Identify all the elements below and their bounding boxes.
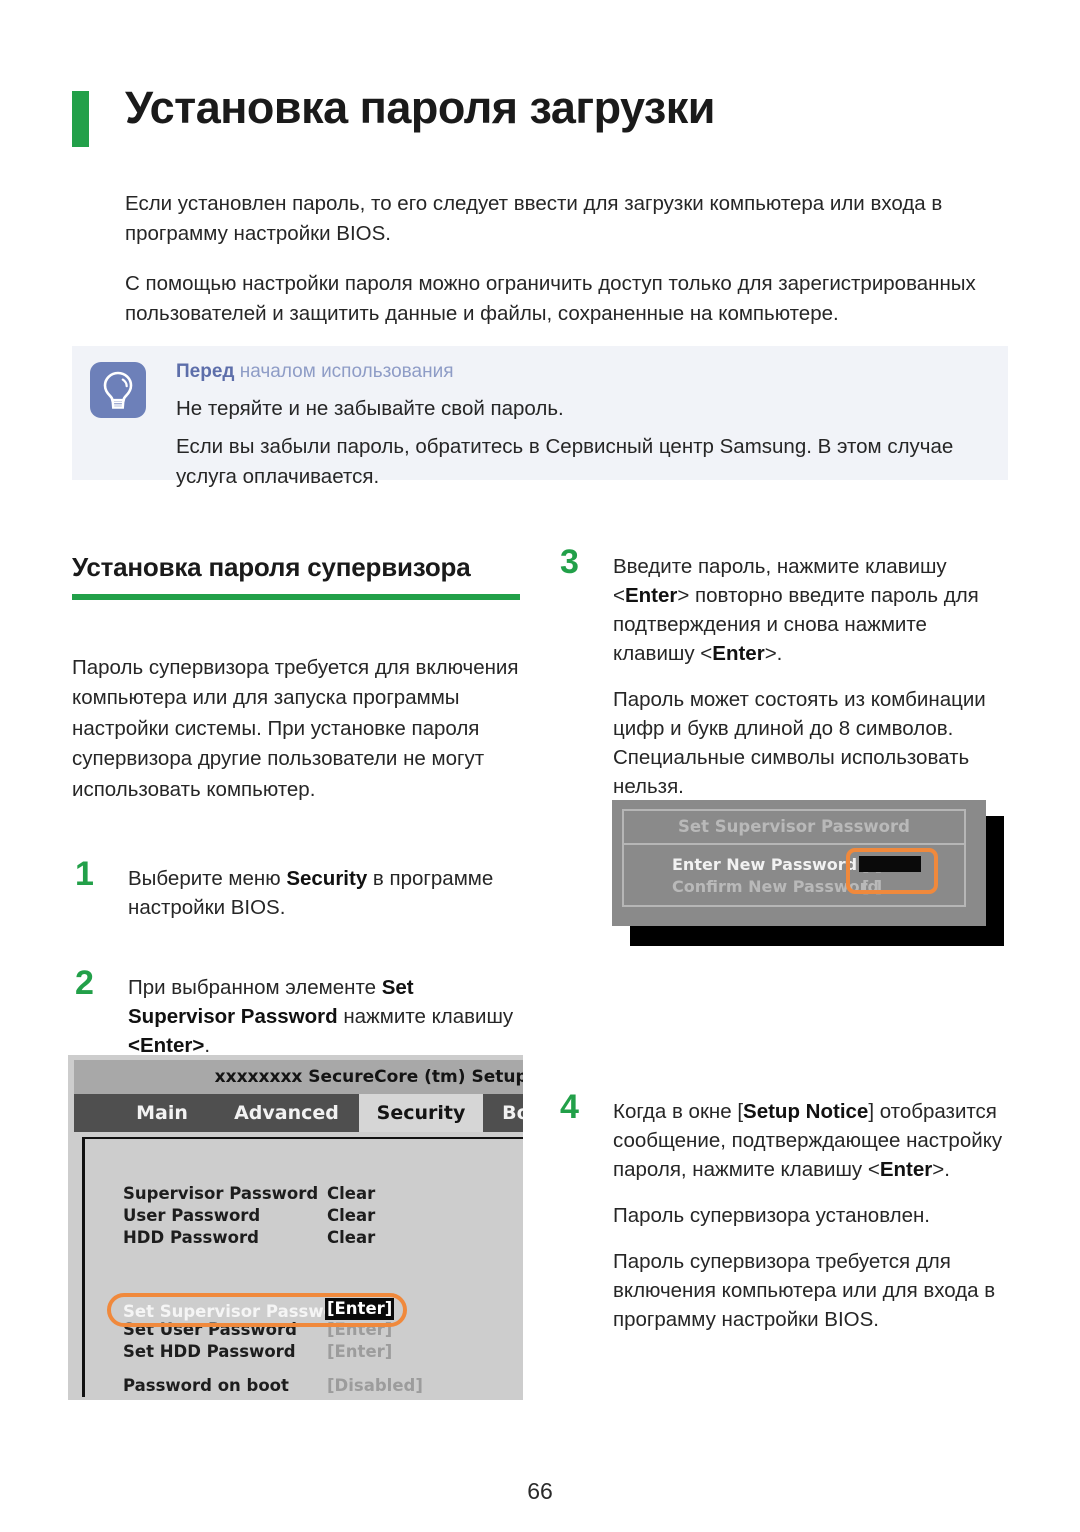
subsection-heading: Установка пароля супервизора — [72, 552, 520, 600]
left-column-intro: Пароль супервизора требуется для включен… — [72, 655, 519, 801]
left-column: Пароль супервизора требуется для включен… — [72, 632, 524, 1060]
step-3: 3 Введите пароль, нажмите клавишу <Enter… — [557, 545, 1012, 801]
bios-title: xxxxxxxx SecureCore (tm) Setup U — [74, 1060, 523, 1094]
bios-row-value: [Normal] — [327, 1397, 409, 1400]
lightbulb-icon — [90, 362, 146, 418]
enter-new-password-label: Enter New Password — [672, 855, 858, 874]
subsection-rule — [72, 594, 520, 600]
page-title-text: Установка пароля загрузки — [125, 82, 715, 133]
bios-row-label: User Password — [123, 1206, 261, 1225]
tip-paragraph: Если вы забыли пароль, обратитесь в Серв… — [176, 435, 954, 488]
tip-content: Перед началом использования Не теряйте и… — [176, 358, 991, 492]
step-subtext: Пароль супервизора установлен. — [613, 1204, 930, 1227]
bios-tab-bar: Main Advanced Security Boot Exit — [74, 1094, 523, 1132]
bios-settings-panel: Supervisor Password Clear User Password … — [82, 1137, 523, 1400]
bios-row-label[interactable]: Set HDD Password — [123, 1341, 296, 1362]
step-text: При выбранном элементе Set Supervisor Pa… — [128, 976, 514, 1057]
subsection-title: Установка пароля супервизора — [72, 552, 471, 582]
step-text: Введите пароль, нажмите клавишу <Enter> … — [613, 555, 979, 665]
step-4: 4 Когда в окне [Setup Notice] отобразитс… — [557, 1090, 1012, 1334]
bios-row-value: Clear — [327, 1206, 376, 1225]
bios-row-value: [Enter] — [327, 1342, 393, 1361]
tip-paragraph: Не теряйте и не забывайте свой пароль. — [176, 397, 564, 420]
step-text: Выберите меню Security в программе настр… — [128, 867, 494, 919]
step-number: 4 — [560, 1088, 579, 1126]
bios-row-value: [Disabled] — [327, 1376, 423, 1395]
page-title: Установка пароля загрузки — [72, 82, 1002, 150]
step-subtext: Пароль может состоять из комбинации цифр… — [613, 688, 986, 798]
step-number: 1 — [75, 855, 94, 893]
bios-enter-chip: [Enter] — [325, 1298, 395, 1320]
tip-heading-bold: Перед — [176, 361, 235, 382]
dialog-title: Set Supervisor Password — [624, 811, 964, 845]
bios-tab-security[interactable]: Security — [359, 1094, 483, 1132]
bios-tab-main[interactable]: Main — [110, 1094, 214, 1132]
bios-row-label: Supervisor Password — [123, 1184, 319, 1203]
intro-paragraph: Если установлен пароль, то его следует в… — [125, 191, 943, 245]
step-2: 2 При выбранном элементе Set Supervisor … — [72, 966, 524, 1060]
page-number: 66 — [527, 1478, 553, 1504]
tip-box: Перед началом использования Не теряйте и… — [72, 346, 1008, 488]
bios-row-value: Clear — [327, 1184, 376, 1203]
step-number: 2 — [75, 964, 94, 1002]
bios-tab-advanced[interactable]: Advanced — [214, 1094, 359, 1132]
title-accent-bar — [72, 91, 89, 147]
step-text: Когда в окне [Setup Notice] отобразится … — [613, 1100, 1003, 1181]
bios-row-label[interactable]: Password on boot — [123, 1375, 289, 1396]
step-1: 1 Выберите меню Security в программе нас… — [72, 857, 524, 922]
step-subtext: Пароль супервизора требуется для включен… — [613, 1250, 996, 1331]
bios-setup-screenshot: xxxxxxxx SecureCore (tm) Setup U Main Ad… — [68, 1055, 523, 1400]
intro-block: Если установлен пароль, то его следует в… — [125, 168, 1005, 349]
bios-row-value: Clear — [327, 1228, 376, 1247]
bios-row-label[interactable]: Fixed disk boot sector — [123, 1397, 330, 1400]
tip-heading-rest: началом использования — [234, 361, 454, 382]
bios-row-label: HDD Password — [123, 1228, 259, 1247]
set-supervisor-password-dialog-screenshot: Set Supervisor Password Enter New Passwo… — [612, 800, 1004, 946]
dialog-highlight-callout — [846, 848, 938, 894]
intro-paragraph: С помощью настройки пароля можно огранич… — [125, 272, 976, 325]
dialog-window: Set Supervisor Password Enter New Passwo… — [612, 800, 986, 926]
tip-heading: Перед началом использования — [176, 358, 991, 386]
bios-tab-boot[interactable]: Boot — [483, 1094, 523, 1132]
step-number: 3 — [560, 543, 579, 581]
